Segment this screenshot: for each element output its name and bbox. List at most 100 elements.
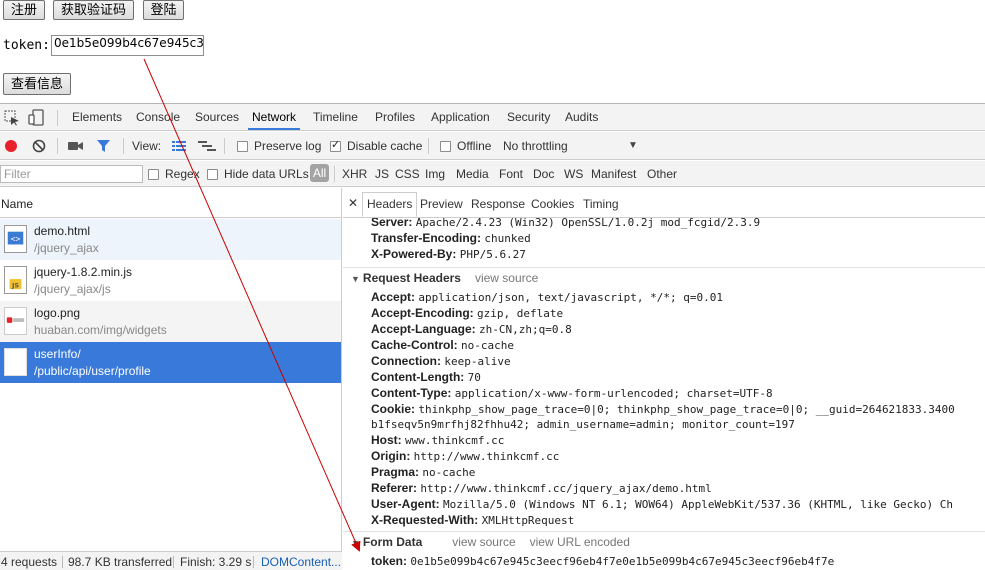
login-button[interactable]: 登陆 xyxy=(143,0,184,20)
request-row-jquery[interactable]: JS jquery-1.8.2.min.js /jquery_ajax/js xyxy=(0,260,341,301)
divider xyxy=(343,531,985,532)
request-path: /public/api/user/profile xyxy=(34,364,151,378)
filter-icon[interactable] xyxy=(96,139,111,153)
filter-input[interactable]: Filter xyxy=(0,165,143,183)
request-path: /jquery_ajax/js xyxy=(34,282,111,296)
hide-data-urls-checkbox[interactable] xyxy=(207,169,218,180)
view-url-encoded-link[interactable]: view URL encoded xyxy=(530,535,630,549)
header-row: X-Requested-With: XMLHttpRequest xyxy=(371,513,575,527)
get-code-button[interactable]: 获取验证码 xyxy=(53,0,134,20)
capture-screenshots-icon[interactable] xyxy=(68,140,84,152)
form-data-row: token: 0e1b5e099b4c67e945c3eecf96eb4f7e0… xyxy=(371,554,835,568)
preserve-log-label: Preserve log xyxy=(254,139,322,153)
device-mode-icon[interactable] xyxy=(28,109,46,127)
tab-response[interactable]: Response xyxy=(471,197,525,211)
request-name: demo.html xyxy=(34,224,91,238)
tab-network[interactable]: Network xyxy=(247,110,301,130)
record-icon[interactable] xyxy=(4,139,18,153)
filter-xhr[interactable]: XHR xyxy=(342,167,367,181)
token-label: token: xyxy=(3,38,50,53)
header-row: Server: Apache/2.4.23 (Win32) OpenSSL/1.… xyxy=(371,215,761,229)
header-row: User-Agent: Mozilla/5.0 (Windows NT 6.1;… xyxy=(371,497,953,511)
svg-text:<>: <> xyxy=(11,234,21,244)
clear-icon[interactable] xyxy=(32,139,46,153)
tab-headers[interactable]: Headers xyxy=(362,192,418,217)
tab-sources[interactable]: Sources xyxy=(195,110,239,124)
detail-tab-bar: ✕ Headers Preview Response Cookies Timin… xyxy=(343,188,985,218)
request-row-demo-html[interactable]: <> demo.html /jquery_ajax xyxy=(0,219,341,260)
inspect-element-icon[interactable] xyxy=(4,110,20,126)
view-source-link[interactable]: view source xyxy=(475,271,538,285)
header-row: Referer: http://www.thinkcmf.cc/jquery_a… xyxy=(371,481,712,495)
form-data-section[interactable]: ▼ Form Data view source view URL encoded xyxy=(351,535,630,549)
filter-media[interactable]: Media xyxy=(456,167,489,181)
header-row: Origin: http://www.thinkcmf.cc xyxy=(371,449,560,463)
tab-application[interactable]: Application xyxy=(431,110,490,124)
chevron-down-icon[interactable]: ▼ xyxy=(628,140,638,151)
divider xyxy=(62,556,63,568)
request-row-logo-png[interactable]: logo.png huaban.com/img/widgets xyxy=(0,301,341,342)
tab-console[interactable]: Console xyxy=(136,110,180,124)
filter-all-button[interactable]: All xyxy=(310,164,329,182)
expand-triangle-icon[interactable]: ▼ xyxy=(351,538,360,548)
tab-audits[interactable]: Audits xyxy=(565,110,598,124)
tab-timeline[interactable]: Timeline xyxy=(313,110,358,124)
filter-img[interactable]: Img xyxy=(425,167,445,181)
divider xyxy=(343,267,985,268)
list-header: Name xyxy=(0,188,341,218)
tab-elements[interactable]: Elements xyxy=(72,110,122,124)
large-rows-icon[interactable] xyxy=(172,141,186,152)
divider xyxy=(173,556,174,568)
preserve-log-checkbox[interactable] xyxy=(237,141,248,152)
devtools-tab-bar: Elements Console Sources Network Timelin… xyxy=(0,104,985,131)
filter-other[interactable]: Other xyxy=(647,167,677,181)
offline-label: Offline xyxy=(457,139,492,153)
disable-cache-checkbox[interactable] xyxy=(330,138,341,152)
request-headers-section[interactable]: ▼ Request Headers view source xyxy=(351,271,538,285)
divider xyxy=(428,138,429,154)
filter-font[interactable]: Font xyxy=(499,167,523,181)
tab-cookies[interactable]: Cookies xyxy=(531,197,574,211)
request-list: Name <> demo.html /jquery_ajax JS jquery… xyxy=(0,188,342,551)
request-row-userinfo[interactable]: userInfo/ /public/api/user/profile xyxy=(0,342,341,383)
network-toolbar: View: Preserve log Disable cache Offline… xyxy=(0,132,985,160)
header-row: Accept: application/json, text/javascrip… xyxy=(371,290,723,304)
hide-data-urls-label: Hide data URLs xyxy=(224,167,309,181)
divider xyxy=(123,138,124,154)
divider xyxy=(334,166,335,182)
request-path: huaban.com/img/widgets xyxy=(34,323,167,337)
divider xyxy=(224,138,225,154)
filter-js[interactable]: JS xyxy=(375,167,389,181)
filter-ws[interactable]: WS xyxy=(564,167,583,181)
expand-triangle-icon[interactable]: ▼ xyxy=(351,274,360,284)
filter-css[interactable]: CSS xyxy=(395,167,420,181)
offline-checkbox[interactable] xyxy=(440,141,451,152)
tab-profiles[interactable]: Profiles xyxy=(375,110,415,124)
header-row: Cookie: thinkphp_show_page_trace=0|0; th… xyxy=(371,402,955,416)
generic-file-icon xyxy=(4,348,27,376)
header-row: Accept-Encoding: gzip, deflate xyxy=(371,306,564,320)
tab-security[interactable]: Security xyxy=(507,110,550,124)
js-file-icon: JS xyxy=(4,266,27,294)
close-icon[interactable]: ✕ xyxy=(348,196,358,210)
header-row: Cache-Control: no-cache xyxy=(371,338,514,352)
register-button[interactable]: 注册 xyxy=(3,0,45,20)
tab-timing[interactable]: Timing xyxy=(583,197,619,211)
request-name: userInfo/ xyxy=(34,347,81,361)
view-source-link[interactable]: view source xyxy=(452,535,515,549)
devtools-panel: Elements Console Sources Network Timelin… xyxy=(0,103,985,570)
filter-manifest[interactable]: Manifest xyxy=(591,167,636,181)
token-input[interactable]: 0e1b5e099b4c67e945c3eecf96eb4f7e xyxy=(51,35,204,56)
column-name-header[interactable]: Name xyxy=(1,197,33,211)
regex-checkbox[interactable] xyxy=(148,169,159,180)
overview-icon[interactable] xyxy=(198,141,216,152)
header-row: Content-Type: application/x-www-form-url… xyxy=(371,386,773,400)
view-info-button[interactable]: 查看信息 xyxy=(3,73,71,95)
tab-preview[interactable]: Preview xyxy=(420,197,463,211)
finish-time: Finish: 3.29 s xyxy=(180,555,252,569)
divider xyxy=(57,138,58,154)
throttling-select[interactable]: No throttling xyxy=(503,139,568,153)
divider xyxy=(253,556,254,568)
filter-doc[interactable]: Doc xyxy=(533,167,554,181)
network-status-bar: 4 requests 98.7 KB transferred Finish: 3… xyxy=(0,551,342,570)
